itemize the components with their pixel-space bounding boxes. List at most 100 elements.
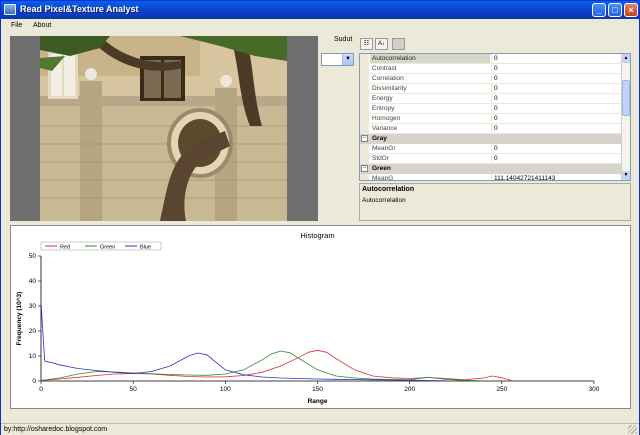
row-gutter [360, 154, 369, 164]
series-line-red [40, 349, 512, 381]
x-axis-label: Range [308, 398, 328, 405]
property-value[interactable]: 0 [491, 154, 623, 164]
property-value[interactable]: 0 [491, 104, 623, 114]
property-value[interactable]: 111.14042721411143 [491, 174, 623, 180]
scroll-thumb[interactable] [622, 80, 630, 116]
property-row-meangr[interactable]: MeanGr 0 [360, 144, 623, 154]
close-button[interactable]: × [624, 3, 638, 17]
scroll-down-icon[interactable]: ▼ [622, 171, 630, 180]
property-row-variance[interactable]: Variance 0 [360, 124, 623, 134]
property-value[interactable]: 0 [491, 54, 623, 64]
propertygrid-toolbar: ☷ A↓ [359, 37, 631, 52]
series-line-blue [40, 300, 447, 382]
property-name: Homogen [370, 114, 490, 124]
property-description: Autocorrelation Autocorrelation [359, 183, 631, 221]
menu-bar: File About [1, 19, 639, 33]
description-text: Autocorrelation [362, 197, 406, 204]
row-gutter [360, 64, 369, 74]
x-tick-label: 100 [220, 386, 231, 393]
legend-label-green: Green [100, 245, 115, 251]
row-gutter [360, 124, 369, 134]
category-gray[interactable]: − Gray [360, 134, 623, 144]
scroll-up-icon[interactable]: ▲ [622, 54, 630, 63]
x-tick-label: 300 [589, 386, 600, 393]
row-gutter [360, 94, 369, 104]
row-gutter [360, 144, 369, 154]
property-name: MeanGr [370, 144, 490, 154]
property-row-entropy[interactable]: Entropy 0 [360, 104, 623, 114]
collapse-icon[interactable]: − [361, 165, 368, 172]
loaded-photo [40, 36, 287, 221]
property-row-stdgr[interactable]: StdGr 0 [360, 154, 623, 164]
category-green[interactable]: − Green [360, 164, 623, 174]
category-label: Green [372, 165, 391, 172]
legend-label-red: Red [60, 245, 70, 251]
sudut-label: Sudut [334, 36, 353, 43]
property-row-homogen[interactable]: Homogen 0 [360, 114, 623, 124]
property-value[interactable]: 0 [491, 84, 623, 94]
property-name: Variance [370, 124, 490, 134]
property-row-energy[interactable]: Energy 0 [360, 94, 623, 104]
property-name: StdGr [370, 154, 490, 164]
x-tick-label: 250 [496, 386, 507, 393]
property-value[interactable]: 0 [491, 114, 623, 124]
property-name: Contrast [370, 64, 490, 74]
legend-label-blue: Blue [140, 245, 151, 251]
row-gutter [360, 84, 369, 94]
y-tick-label: 50 [29, 253, 37, 260]
property-name: Autocorrelation [370, 54, 490, 64]
x-tick-label: 0 [39, 386, 43, 393]
property-row-dissimilarity[interactable]: Dissimilarity 0 [360, 84, 623, 94]
row-gutter [360, 174, 369, 180]
title-bar[interactable]: Read Pixel&Texture Analyst _ □ × [1, 1, 639, 19]
collapse-icon[interactable]: − [361, 135, 368, 142]
property-grid[interactable]: Autocorrelation 0 Contrast 0 Correlation 0 Dis… [359, 53, 631, 181]
property-name: Dissimilarity [370, 84, 490, 94]
row-gutter [360, 74, 369, 84]
property-value[interactable]: 0 [491, 64, 623, 74]
property-row-correlation[interactable]: Correlation 0 [360, 74, 623, 84]
x-tick-label: 50 [130, 386, 138, 393]
property-value[interactable]: 0 [491, 144, 623, 154]
menu-about[interactable]: About [33, 22, 51, 29]
window-title: Read Pixel&Texture Analyst [20, 4, 139, 14]
minimize-button[interactable]: _ [592, 3, 606, 17]
y-tick-label: 10 [29, 353, 37, 360]
chevron-down-icon[interactable]: ▼ [342, 54, 353, 65]
resize-grip[interactable] [628, 425, 637, 434]
series-line-green [40, 350, 484, 382]
property-pages-icon[interactable] [392, 38, 405, 50]
property-name: Energy [370, 94, 490, 104]
property-grid-scrollbar[interactable]: ▲ ▼ [621, 54, 630, 180]
status-text: by:http://osharedoc.blogspot.com [4, 426, 108, 433]
x-tick-label: 200 [404, 386, 415, 393]
row-gutter [360, 114, 369, 124]
window-icon[interactable] [4, 4, 16, 15]
chart-title: Histogram [300, 231, 334, 240]
property-row-contrast[interactable]: Contrast 0 [360, 64, 623, 74]
category-label: Gray [372, 135, 387, 142]
maximize-button[interactable]: □ [608, 3, 622, 17]
categorized-icon[interactable]: ☷ [360, 38, 373, 50]
property-row-autocorrelation[interactable]: Autocorrelation 0 [360, 54, 623, 64]
y-tick-label: 30 [29, 303, 37, 310]
y-tick-label: 0 [32, 378, 36, 385]
app-window: Read Pixel&Texture Analyst _ □ × File Ab… [0, 0, 640, 435]
y-tick-label: 20 [29, 328, 37, 335]
description-title: Autocorrelation [362, 186, 415, 193]
property-name: MeanG [370, 174, 490, 180]
property-value[interactable]: 0 [491, 74, 623, 84]
row-gutter [360, 104, 369, 114]
property-row-meang[interactable]: MeanG 111.14042721411143 [360, 174, 623, 180]
sudut-combobox[interactable]: ▼ [321, 53, 354, 66]
alphabetical-sort-icon[interactable]: A↓ [375, 38, 388, 50]
histogram-chart: Histogram 0 50 100 150 200 250 300 0 10 20 30 40 50 Ra… [10, 225, 631, 409]
property-value[interactable]: 0 [491, 94, 623, 104]
property-name: Entropy [370, 104, 490, 114]
row-gutter [360, 54, 369, 64]
image-panel [10, 36, 318, 221]
property-name: Correlation [370, 74, 490, 84]
property-value[interactable]: 0 [491, 124, 623, 134]
menu-file[interactable]: File [11, 22, 22, 29]
x-tick-label: 150 [312, 386, 323, 393]
